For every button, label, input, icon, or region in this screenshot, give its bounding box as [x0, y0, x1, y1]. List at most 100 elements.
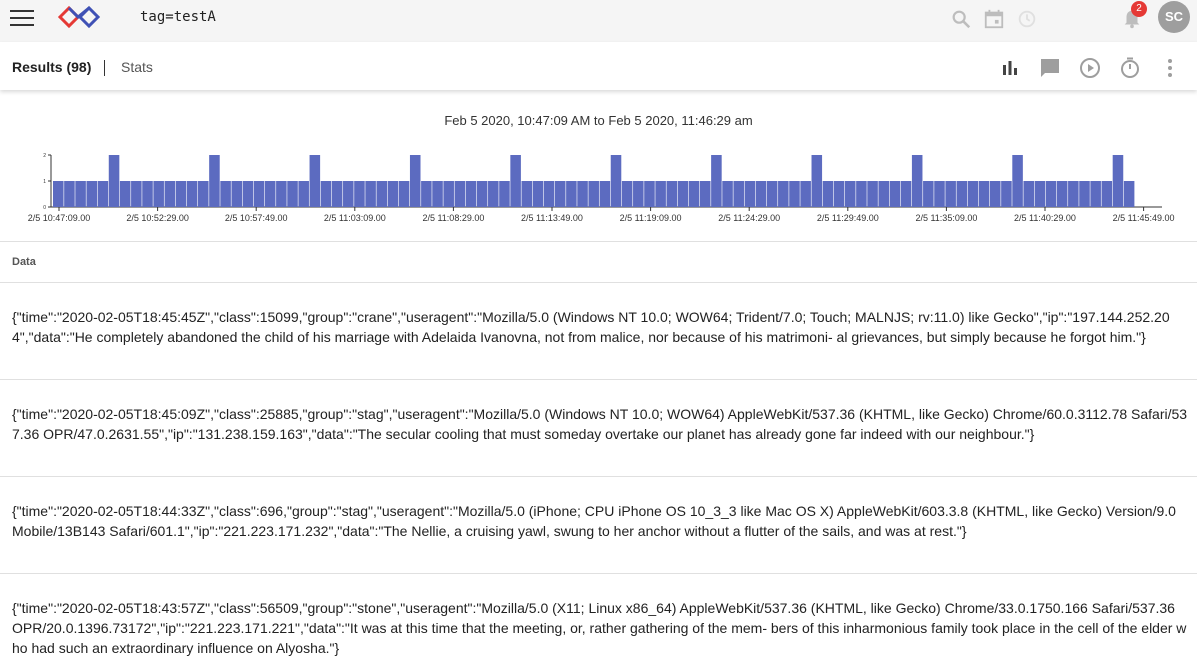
histogram-bar: [1012, 155, 1023, 207]
y-tick-label: 0: [43, 205, 46, 211]
histogram-bar: [543, 181, 555, 207]
data-record[interactable]: {"time":"2020-02-05T18:45:09Z","class":2…: [12, 404, 1188, 444]
histogram-bar: [934, 181, 945, 207]
history-icon[interactable]: [1016, 8, 1038, 30]
histogram-bar: [86, 181, 98, 207]
menu-icon[interactable]: [10, 10, 34, 26]
search-icon[interactable]: [950, 8, 972, 30]
histogram-bar: [53, 181, 64, 207]
play-icon[interactable]: [1078, 56, 1102, 80]
histogram-bar: [75, 181, 86, 207]
histogram-bar: [967, 181, 979, 207]
top-bar: tag=testA 2 SC: [0, 0, 1197, 42]
histogram-bar: [198, 181, 209, 207]
x-tick-label: 2/5 11:03:09.00: [324, 213, 386, 223]
histogram-bar: [900, 181, 912, 207]
histogram-bar: [421, 181, 432, 207]
histogram-chart[interactable]: 0 1 2 2/5 10:47:09.00 2/5 10:52:29.00 2/5 10:…: [0, 146, 1197, 232]
histogram-bar: [956, 181, 968, 207]
histogram-bar: [610, 155, 622, 207]
histogram-bar: [778, 181, 789, 207]
histogram-bar: [1001, 181, 1012, 207]
x-tick-label: 2/5 11:29:49.00: [817, 213, 879, 223]
histogram-bar: [1101, 181, 1113, 207]
tab-results[interactable]: Results (98): [12, 59, 91, 75]
histogram-bar: [844, 181, 856, 207]
histogram-bar: [287, 181, 298, 207]
histogram-bar: [488, 181, 499, 207]
data-record[interactable]: {"time":"2020-02-05T18:44:33Z","class":6…: [12, 501, 1188, 541]
histogram-bar: [119, 181, 131, 207]
histogram-bar: [409, 155, 421, 207]
divider: [0, 379, 1197, 380]
tab-stats[interactable]: Stats: [121, 59, 153, 75]
histogram-bar: [521, 181, 533, 207]
histogram-bar: [1023, 181, 1035, 207]
histogram-bar: [867, 181, 878, 207]
histogram-bar: [186, 181, 198, 207]
x-tick-label: 2/5 11:13:49.00: [521, 213, 583, 223]
data-record[interactable]: {"time":"2020-02-05T18:43:57Z","class":5…: [12, 598, 1188, 658]
chart-time-range: Feb 5 2020, 10:47:09 AM to Feb 5 2020, 1…: [444, 113, 753, 128]
histogram-bar: [766, 181, 778, 207]
histogram-bar: [276, 181, 287, 207]
histogram-bar: [822, 181, 834, 207]
y-tick-label: 2: [43, 153, 46, 159]
x-tick-label: 2/5 11:08:29.00: [422, 213, 484, 223]
histogram-bar: [343, 181, 354, 207]
histogram-bar: [242, 181, 254, 207]
y-tick-label: 1: [43, 179, 46, 185]
histogram-bar: [621, 181, 633, 207]
histogram-bar: [1123, 181, 1135, 207]
histogram-bar: [1045, 181, 1057, 207]
histogram-bar: [878, 181, 889, 207]
histogram-bar: [800, 181, 811, 207]
histogram-bar: [856, 181, 867, 207]
histogram-bar: [365, 181, 376, 207]
histogram-bar: [499, 181, 510, 207]
histogram-bar: [911, 155, 923, 207]
histogram-bar: [1056, 181, 1068, 207]
histogram-bar: [331, 181, 343, 207]
tabs-bar: Results (98) Stats: [0, 42, 1197, 90]
histogram-bar: [532, 181, 544, 207]
histogram-bar: [744, 181, 756, 207]
logo-icon[interactable]: [58, 4, 100, 30]
search-query-input[interactable]: tag=testA: [140, 9, 216, 25]
histogram-bar: [945, 181, 956, 207]
divider: [0, 573, 1197, 574]
histogram-bar: [566, 181, 577, 207]
histogram-bar: [432, 181, 443, 207]
histogram-bar: [298, 181, 309, 207]
histogram-bar: [677, 181, 689, 207]
histogram-bar: [644, 181, 655, 207]
x-tick-label: 2/5 10:52:29.00: [126, 213, 189, 223]
histogram-bar: [253, 181, 265, 207]
histogram-bar: [64, 181, 75, 207]
comment-icon[interactable]: [1038, 56, 1062, 80]
histogram-bar: [789, 181, 800, 207]
histogram-bar: [476, 181, 488, 207]
x-tick-label: 2/5 11:24:29.00: [718, 213, 780, 223]
calendar-icon[interactable]: [983, 8, 1005, 30]
data-record[interactable]: {"time":"2020-02-05T18:45:45Z","class":1…: [12, 307, 1188, 347]
histogram-bar: [633, 181, 644, 207]
histogram-bar: [465, 181, 477, 207]
divider: [0, 241, 1197, 242]
histogram-bar: [699, 181, 711, 207]
bar-chart-icon[interactable]: [998, 56, 1022, 80]
timer-icon[interactable]: [1118, 56, 1142, 80]
histogram-bar: [588, 181, 599, 207]
histogram-bar: [398, 181, 410, 207]
histogram-bar: [209, 155, 220, 207]
histogram-bar: [354, 181, 365, 207]
x-tick-label: 2/5 10:47:09.00: [28, 213, 91, 223]
histogram-bar: [142, 181, 153, 207]
histogram-bar: [833, 181, 845, 207]
x-tick-label: 2/5 11:40:29.00: [1014, 213, 1076, 223]
histogram-bar: [231, 181, 243, 207]
histogram-bar: [923, 181, 934, 207]
avatar[interactable]: SC: [1158, 1, 1190, 33]
notification-badge: 2: [1131, 1, 1147, 17]
more-vert-icon[interactable]: [1158, 56, 1182, 80]
